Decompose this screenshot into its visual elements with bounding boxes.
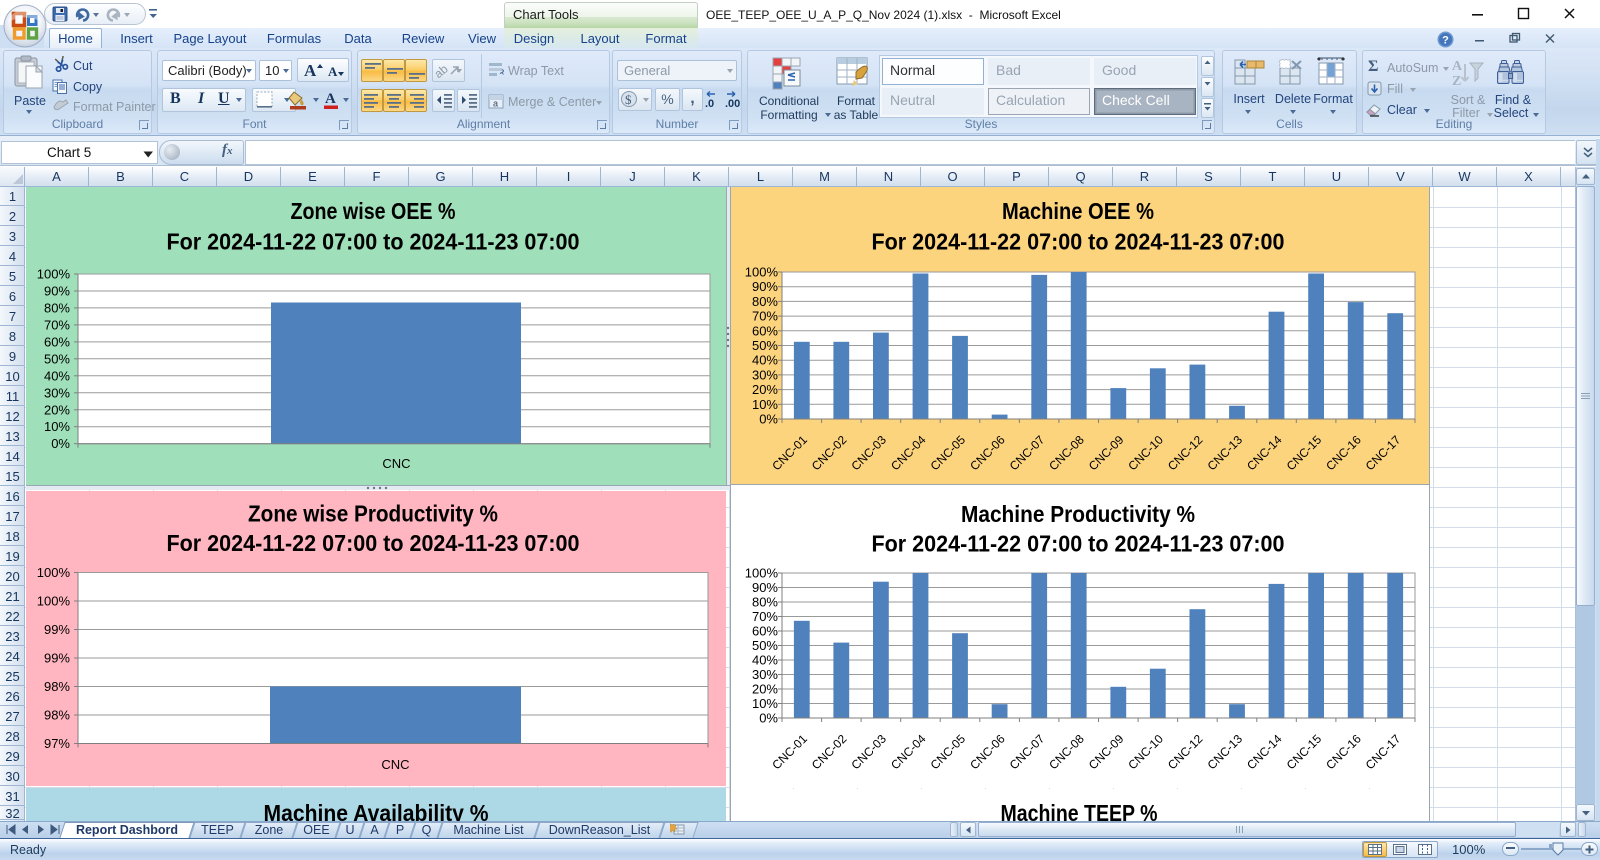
svg-text:0%: 0% bbox=[759, 412, 778, 427]
svg-text:Zone wise Productivity %: Zone wise Productivity % bbox=[248, 501, 498, 527]
svg-text:For 2024-11-22 07:00 to 2024-1: For 2024-11-22 07:00 to 2024-11-23 07:00 bbox=[167, 229, 580, 255]
svg-text:80%: 80% bbox=[752, 595, 778, 610]
svg-text:$: $ bbox=[625, 92, 632, 107]
svg-text:?: ? bbox=[1442, 35, 1449, 47]
svg-text:60%: 60% bbox=[44, 334, 70, 349]
svg-text:Z: Z bbox=[1452, 74, 1461, 89]
svg-text:0%: 0% bbox=[759, 711, 778, 726]
svg-text:90%: 90% bbox=[752, 580, 778, 595]
svg-text:Zone wise OEE %: Zone wise OEE % bbox=[291, 198, 456, 224]
svg-text:CNC: CNC bbox=[382, 456, 410, 471]
svg-text:10%: 10% bbox=[752, 397, 778, 412]
svg-text:50%: 50% bbox=[752, 638, 778, 653]
svg-text:A: A bbox=[328, 64, 338, 79]
svg-text:20%: 20% bbox=[752, 682, 778, 697]
svg-text:For 2024-11-22 07:00 to 2024-1: For 2024-11-22 07:00 to 2024-11-23 07:00 bbox=[872, 531, 1285, 557]
svg-text:60%: 60% bbox=[752, 624, 778, 639]
svg-text:Machine Availability %: Machine Availability % bbox=[264, 800, 489, 821]
svg-text:10%: 10% bbox=[44, 419, 70, 434]
svg-text:70%: 70% bbox=[752, 309, 778, 324]
svg-text:70%: 70% bbox=[752, 609, 778, 624]
svg-text:ab: ab bbox=[433, 62, 451, 81]
svg-text:CNC: CNC bbox=[381, 757, 409, 772]
svg-text:For 2024-11-22 07:00 to 2024-1: For 2024-11-22 07:00 to 2024-11-23 07:00 bbox=[872, 229, 1285, 255]
svg-text:50%: 50% bbox=[44, 351, 70, 366]
svg-text:A: A bbox=[1452, 59, 1463, 74]
svg-text:99%: 99% bbox=[44, 622, 70, 637]
svg-text:90%: 90% bbox=[752, 279, 778, 294]
svg-text:.0: .0 bbox=[705, 98, 714, 110]
svg-text:a: a bbox=[493, 99, 498, 109]
svg-text:Machine Productivity %: Machine Productivity % bbox=[961, 501, 1195, 527]
svg-text:99%: 99% bbox=[44, 651, 70, 666]
svg-text:A: A bbox=[304, 61, 317, 80]
svg-text:10%: 10% bbox=[752, 696, 778, 711]
svg-text:For 2024-11-22 07:00 to 2024-1: For 2024-11-22 07:00 to 2024-11-23 07:00 bbox=[167, 530, 580, 556]
svg-text:30%: 30% bbox=[44, 385, 70, 400]
svg-text:A: A bbox=[325, 91, 336, 107]
svg-text:30%: 30% bbox=[752, 367, 778, 382]
svg-text:98%: 98% bbox=[44, 708, 70, 723]
svg-text:80%: 80% bbox=[752, 294, 778, 309]
svg-text:20%: 20% bbox=[44, 402, 70, 417]
svg-text:80%: 80% bbox=[44, 300, 70, 315]
svg-text:40%: 40% bbox=[44, 368, 70, 383]
svg-text:90%: 90% bbox=[44, 284, 70, 299]
svg-text:Machine TEEP %: Machine TEEP % bbox=[1001, 800, 1158, 822]
svg-text:20%: 20% bbox=[752, 382, 778, 397]
svg-text:97%: 97% bbox=[44, 736, 70, 751]
svg-text:100%: 100% bbox=[37, 594, 71, 609]
svg-text:30%: 30% bbox=[752, 667, 778, 682]
svg-text:60%: 60% bbox=[752, 323, 778, 338]
svg-text:0%: 0% bbox=[51, 436, 70, 451]
svg-text:100%: 100% bbox=[37, 565, 71, 580]
svg-text:98%: 98% bbox=[44, 679, 70, 694]
svg-text:50%: 50% bbox=[752, 338, 778, 353]
svg-text:100%: 100% bbox=[745, 566, 779, 581]
svg-text:.00: .00 bbox=[725, 98, 740, 110]
svg-text:Machine OEE %: Machine OEE % bbox=[1002, 198, 1154, 224]
svg-text:100%: 100% bbox=[745, 265, 779, 280]
svg-text:100%: 100% bbox=[37, 267, 71, 282]
svg-text:70%: 70% bbox=[44, 317, 70, 332]
svg-text:40%: 40% bbox=[752, 653, 778, 668]
svg-text:40%: 40% bbox=[752, 353, 778, 368]
